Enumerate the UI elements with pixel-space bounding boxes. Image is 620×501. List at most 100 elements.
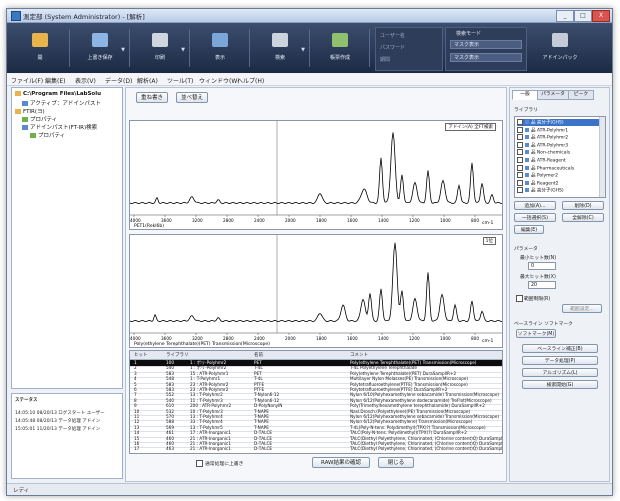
range-settings-button[interactable]: 範囲設定... (562, 304, 602, 313)
mask-dropdown-1[interactable]: マスク表示 (450, 40, 522, 49)
select-all-button[interactable]: 一括選択(S) (514, 213, 556, 222)
library-item[interactable]: 品 Pharmaceuticals (517, 164, 574, 171)
overlay-button[interactable]: 重ね書き (136, 92, 168, 103)
report-label: 帳票作成 (329, 55, 350, 61)
library-checkbox[interactable] (517, 164, 523, 171)
library-item[interactable]: 品 ATR-Polyhmr3 (517, 141, 568, 148)
maximize-button[interactable]: □ (574, 10, 592, 22)
tab-peak[interactable]: ピーク (568, 90, 594, 100)
search-result-icon (22, 125, 28, 130)
library-item[interactable]: 品 高分子(GHS) (517, 187, 564, 194)
overwrite-checkbox[interactable] (196, 460, 203, 467)
tab-general[interactable]: 一般 (512, 90, 538, 100)
col-comment[interactable]: コメント (350, 352, 368, 358)
start-search-button[interactable]: 検索開始(G) (522, 380, 598, 389)
plot1-unit: cm-1 (482, 220, 493, 226)
max-hits-field[interactable]: 20 (528, 281, 556, 289)
tree-item[interactable]: プロパティ (30, 131, 65, 139)
main-window: 測定部 (System Administrator) - [解析] _ □ X … (6, 8, 613, 496)
tree-item[interactable]: アドインパスト(FT-IR)検索 (22, 123, 97, 131)
print-button[interactable]: 印刷 ▼ (131, 29, 190, 67)
library-checkbox[interactable] (517, 172, 523, 179)
menu-view[interactable]: 表示(V) (75, 76, 96, 85)
col-hit[interactable]: ヒット (134, 352, 148, 358)
library-item[interactable]: 品 ATR-Reagent (517, 157, 566, 164)
sample-spectrum-plot[interactable]: 4000 3600 3200 2800 2400 2000 1800 1600 1400 1200… (129, 120, 503, 230)
window-title: 測定部 (System Administrator) - [解析] (23, 13, 145, 21)
library-checkbox[interactable] (517, 157, 523, 163)
library-scrollbar[interactable] (599, 117, 605, 197)
range-limit-checkbox[interactable] (516, 295, 523, 302)
edit-button[interactable]: 編集(E) (514, 225, 544, 234)
menu-help[interactable]: ヘルプ(H) (237, 76, 264, 85)
library-checkbox[interactable] (517, 126, 523, 133)
library-icon (525, 173, 529, 178)
library-checkbox[interactable] (517, 187, 523, 194)
x-tick-label: 1200 (409, 218, 420, 223)
close-button[interactable]: 閉じる (378, 457, 414, 468)
addin-button[interactable]: アドインパック (531, 29, 589, 67)
library-checkbox[interactable] (517, 141, 523, 148)
add-library-button[interactable]: 追加(A)... (514, 201, 556, 210)
table-row[interactable]: 17 463 21 : ATR-Inorganic1 D-ТАLCE TALC(Diet… (130, 446, 502, 453)
minimize-button[interactable]: _ (556, 10, 574, 22)
x-tick-label: 2000 (285, 218, 296, 223)
data-process-button[interactable]: データ処理(P) (522, 356, 598, 365)
x-tick-label: 1800 (316, 218, 327, 223)
menu-tools[interactable]: ツール(T) (167, 76, 193, 85)
save-button[interactable]: 上書き保存 ▼ (71, 29, 130, 67)
menu-edit[interactable]: 編集(E) (45, 76, 65, 85)
min-hits-field[interactable]: 0 (528, 262, 556, 270)
report-button[interactable]: 帳票作成 (311, 29, 370, 67)
x-tick-label: 2000 (285, 336, 296, 341)
library-item[interactable]: 品 高分子(GHS) (517, 119, 601, 126)
library-checkbox[interactable] (517, 149, 523, 156)
library-item[interactable]: 品 ATR-Polyhmr2 (517, 134, 568, 141)
library-item[interactable]: 品 Polymer2 (517, 172, 558, 179)
addin-label: アドインパック (542, 55, 578, 61)
x-tick-label: 4000 (130, 336, 141, 341)
chevron-down-icon[interactable]: ▼ (301, 47, 305, 53)
hit-list-table: ヒット ライブラリ 名前 コメント 1 100 1 : ポリ-Polyhmr2 PET… (129, 350, 503, 454)
library-item[interactable]: 品 Reagent2 (517, 179, 559, 186)
tree-item[interactable]: アクティブ：アドインパスト (22, 99, 101, 107)
baseline-correction-button[interactable]: ベースライン補正(B) (522, 344, 598, 353)
sort-button[interactable]: 並べ替え (176, 92, 208, 103)
library-checkbox[interactable] (517, 119, 523, 125)
open-label: 開 (37, 55, 43, 61)
library-item[interactable]: 品 ATR-Polyhmr1 (517, 126, 568, 133)
algorithm-button[interactable]: アルゴリズム(L) (522, 368, 598, 377)
menu-data[interactable]: データ(D) (105, 76, 132, 85)
library-spectrum-line (129, 242, 503, 322)
tab-parameters[interactable]: パラメータ (537, 90, 569, 100)
clear-all-button[interactable]: 全解除(C) (562, 213, 604, 222)
confirm-raw-button[interactable]: RAW結果の確認 (312, 457, 370, 468)
library-item[interactable]: 品 Non-chemicals (517, 149, 570, 156)
library-checkbox[interactable] (517, 179, 523, 186)
search-button[interactable]: 検索 ▼ (251, 29, 310, 67)
tree-item[interactable]: C:\Program Files\LabSolu (15, 91, 101, 97)
open-button[interactable]: 開 (11, 29, 70, 67)
library-icon (525, 180, 529, 185)
chevron-down-icon[interactable]: ▼ (121, 47, 125, 53)
mask-dropdown-2[interactable]: マスク表示 (450, 53, 522, 62)
menu-window[interactable]: ウィンドウ(W) (199, 76, 240, 85)
library-spectrum-plot[interactable]: 4000 3600 3200 2800 2400 2000 1800 1600 1400 1200… (129, 234, 503, 348)
tree-item[interactable]: FTIR(ヨ) (15, 107, 45, 115)
library-checkbox[interactable] (517, 134, 523, 141)
menu-analysis[interactable]: 解析(A) (137, 76, 158, 85)
delete-library-button[interactable]: 削除(D) (562, 201, 604, 210)
log-header: ステータス (15, 398, 38, 403)
softmark-button[interactable]: ソフトマーク(M) (516, 329, 556, 338)
menu-file[interactable]: ファイル(F) (11, 76, 43, 85)
x-tick-label: 4000 (130, 218, 141, 223)
tree-item[interactable]: プロパティ (22, 115, 57, 123)
library-label: 品 ATR-Polyhmr2 (531, 135, 569, 141)
view-button[interactable]: 表示 (191, 29, 250, 67)
x-tick-label: 1000 (440, 336, 451, 341)
plot1-label: PET1(Rekl6b) (134, 223, 164, 229)
close-window-button[interactable]: X (592, 10, 610, 22)
col-library[interactable]: ライブラリ (166, 352, 189, 358)
col-name[interactable]: 名前 (254, 352, 263, 358)
chevron-down-icon[interactable]: ▼ (181, 47, 185, 53)
